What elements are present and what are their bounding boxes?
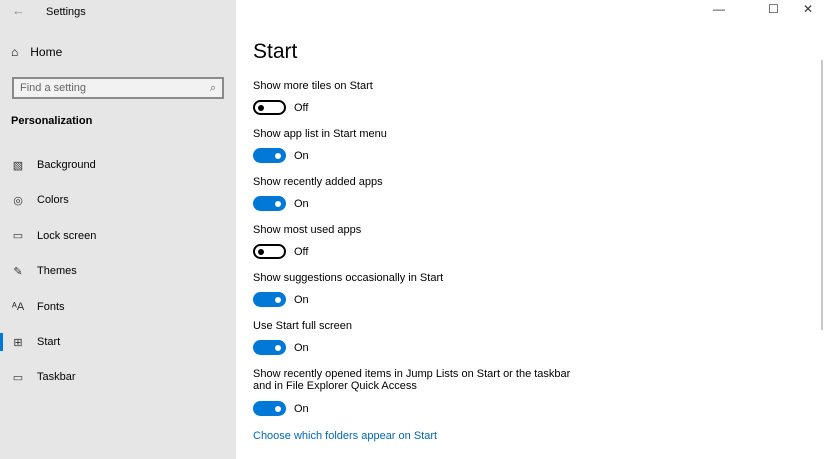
minimize-button[interactable]: — bbox=[713, 2, 725, 16]
home-icon: ⌂ bbox=[11, 45, 19, 59]
toggle-state: On bbox=[294, 341, 309, 354]
sidebar-item-label: Start bbox=[37, 336, 61, 348]
setting-label: Show most used apps bbox=[253, 224, 362, 236]
sidebar-item-themes[interactable]: ✎ Themes bbox=[0, 256, 236, 286]
themes-icon: ✎ bbox=[13, 265, 23, 278]
sidebar-item-start[interactable]: ⊞ Start bbox=[0, 327, 236, 357]
setting-toggle[interactable]: On bbox=[253, 148, 309, 163]
sidebar: ← Settings ⌂ Home Find a setting ⌕ Persona… bbox=[0, 0, 236, 459]
toggle-switch[interactable] bbox=[253, 148, 286, 163]
setting-label: Show recently opened items in Jump Lists… bbox=[253, 368, 571, 392]
sidebar-item-label: Lock screen bbox=[37, 229, 97, 242]
setting-toggle[interactable]: On bbox=[253, 196, 309, 211]
sidebar-item-colors[interactable]: ◎ Colors bbox=[0, 185, 236, 215]
toggle-switch[interactable] bbox=[253, 100, 286, 115]
toggle-switch[interactable] bbox=[253, 292, 286, 307]
close-button[interactable]: ✕ bbox=[803, 2, 813, 16]
setting-toggle[interactable]: Off bbox=[253, 244, 308, 259]
search-icon: ⌕ bbox=[209, 81, 216, 94]
toggle-switch[interactable] bbox=[253, 401, 286, 416]
sidebar-item-label: Colors bbox=[37, 194, 69, 207]
maximize-button[interactable]: ☐ bbox=[768, 2, 779, 16]
toggle-state: On bbox=[294, 402, 309, 415]
background-icon: ▧ bbox=[12, 159, 24, 172]
setting-toggle[interactable]: On bbox=[253, 401, 309, 416]
page-title: Start bbox=[253, 40, 298, 63]
home-label: Home bbox=[30, 45, 63, 59]
home-link[interactable]: ⌂ Home bbox=[11, 45, 62, 59]
setting-label: Show suggestions occasionally in Start bbox=[253, 272, 444, 284]
toggle-switch[interactable] bbox=[253, 340, 286, 355]
setting-label: Use Start full screen bbox=[253, 320, 353, 332]
toggle-state: Off bbox=[294, 245, 309, 258]
sidebar-item-taskbar[interactable]: ▭ Taskbar bbox=[0, 362, 236, 392]
lock-screen-icon: ▭ bbox=[12, 230, 24, 243]
setting-toggle[interactable]: On bbox=[253, 340, 309, 355]
toggle-state: On bbox=[294, 293, 309, 306]
choose-folders-link[interactable]: Choose which folders appear on Start bbox=[253, 430, 437, 442]
sidebar-item-fonts[interactable]: ᴬA Fonts bbox=[0, 292, 236, 322]
back-button[interactable]: ← bbox=[12, 3, 25, 18]
toggle-state: On bbox=[294, 149, 309, 162]
toggle-switch[interactable] bbox=[253, 196, 286, 211]
taskbar-icon: ▭ bbox=[12, 371, 24, 384]
setting-toggle[interactable]: Off bbox=[253, 100, 308, 115]
sidebar-item-label: Fonts bbox=[37, 300, 65, 313]
fonts-icon: ᴬA bbox=[11, 300, 25, 313]
toggle-switch[interactable] bbox=[253, 244, 286, 259]
search-placeholder: Find a setting bbox=[20, 82, 87, 94]
sidebar-item-lock-screen[interactable]: ▭ Lock screen bbox=[0, 221, 236, 251]
setting-toggle[interactable]: On bbox=[253, 292, 309, 307]
sidebar-item-label: Background bbox=[37, 159, 96, 171]
sidebar-item-label: Taskbar bbox=[37, 371, 76, 384]
section-heading: Personalization bbox=[11, 115, 93, 127]
app-title: Settings bbox=[46, 6, 86, 18]
search-input[interactable]: Find a setting ⌕ bbox=[12, 77, 224, 99]
setting-label: Show app list in Start menu bbox=[253, 128, 387, 140]
toggle-state: Off bbox=[294, 101, 309, 114]
sidebar-item-background[interactable]: ▧ Background bbox=[0, 150, 236, 180]
toggle-state: On bbox=[294, 197, 309, 210]
scrollbar[interactable] bbox=[821, 60, 823, 330]
setting-label: Show more tiles on Start bbox=[253, 80, 373, 92]
colors-icon: ◎ bbox=[13, 194, 23, 207]
start-icon: ⊞ bbox=[13, 336, 23, 349]
sidebar-item-label: Themes bbox=[37, 265, 77, 278]
setting-label: Show recently added apps bbox=[253, 176, 383, 188]
